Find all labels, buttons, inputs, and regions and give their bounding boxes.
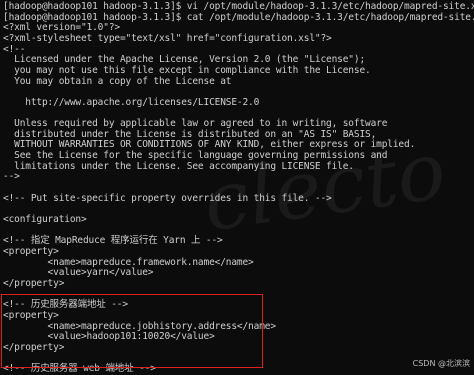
highlight-box	[1, 294, 263, 368]
terminal-line: http://www.apache.org/licenses/LICENSE-2…	[3, 96, 260, 108]
terminal-line: You may obtain a copy of the License at	[3, 75, 232, 87]
csdn-watermark: CSDN @北滨滨	[412, 359, 470, 368]
terminal-line: <?xml-stylesheet type="text/xsl" href="c…	[3, 32, 332, 44]
terminal-line: -->	[3, 171, 20, 183]
terminal-line: <!-- Put site-specific property override…	[3, 192, 332, 204]
terminal-line: <configuration>	[3, 214, 87, 225]
terminal-window[interactable]: clecto [hadoop@hadoop101 hadoop-3.1.3]$ …	[0, 0, 474, 374]
terminal-line: </property>	[3, 277, 65, 289]
terminal-line: limitations under the License. See accom…	[3, 160, 354, 172]
